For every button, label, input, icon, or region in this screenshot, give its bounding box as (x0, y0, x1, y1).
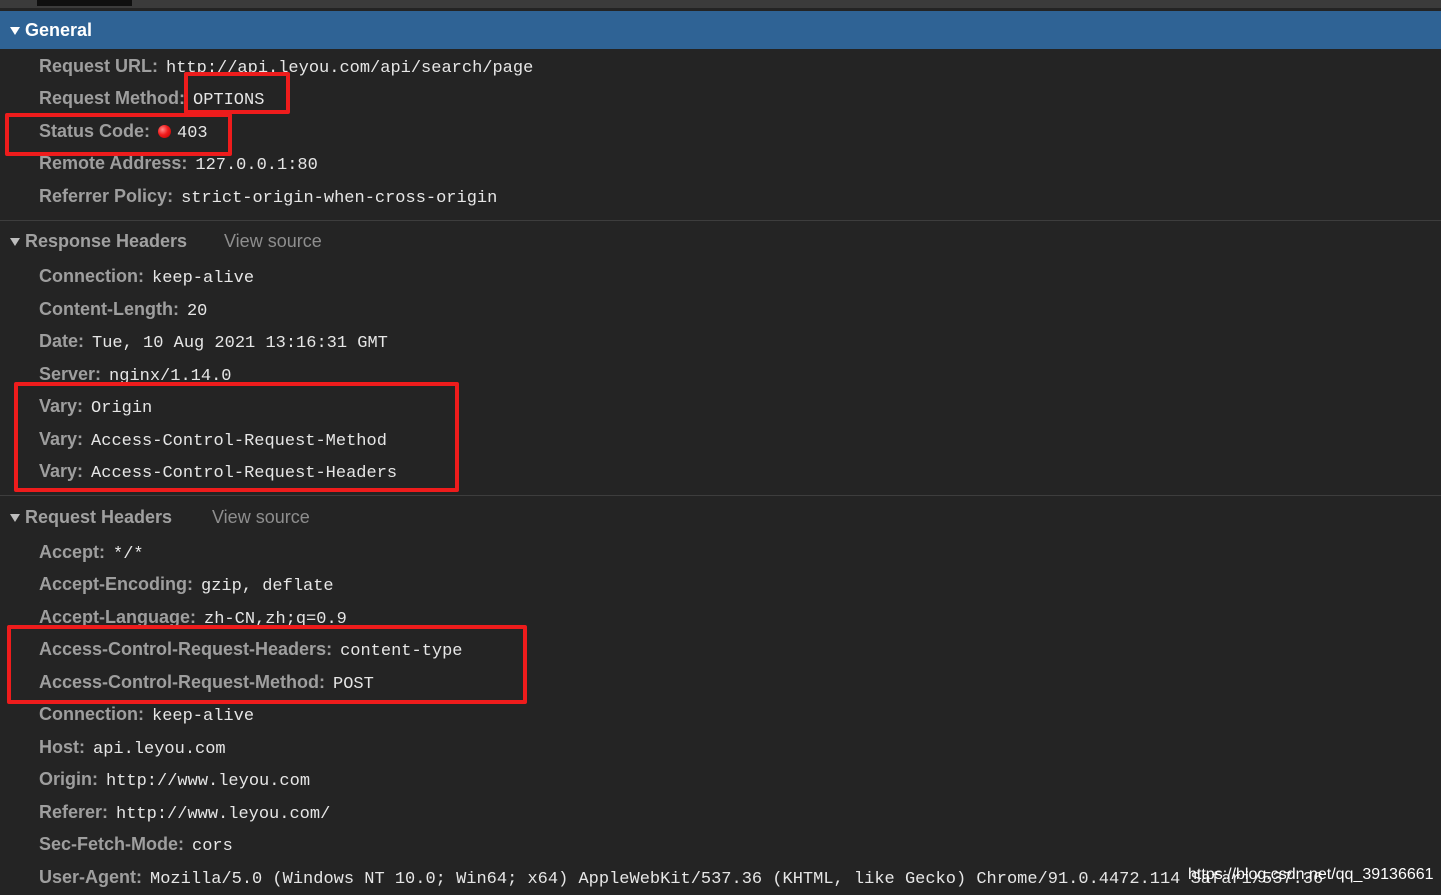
header-name: Date: (39, 331, 85, 351)
header-value: 127.0.0.1:80 (195, 156, 318, 175)
header-name: Referer: (39, 802, 109, 822)
header-name: User-Agent: (39, 867, 143, 887)
response-header-row: Date: Tue, 10 Aug 2021 13:16:31 GMT (39, 331, 388, 355)
header-name: Content-Length: (39, 299, 179, 319)
request-header-row: Origin: http://www.leyou.com (39, 769, 310, 793)
response-header-row: Connection: keep-alive (39, 266, 254, 290)
view-source-link[interactable]: View source (224, 231, 322, 252)
header-value: cors (192, 837, 233, 856)
section-divider (0, 495, 1441, 496)
general-row-remote-address: Remote Address: 127.0.0.1:80 (39, 153, 318, 177)
response-header-row: Content-Length: 20 (39, 299, 207, 323)
highlight-box-access-control-headers (7, 625, 527, 704)
header-value: keep-alive (152, 707, 255, 726)
collapse-triangle-icon (10, 27, 20, 35)
collapse-triangle-icon (10, 238, 20, 246)
header-value: api.leyou.com (93, 740, 226, 759)
header-name: Connection: (39, 704, 144, 724)
header-value: http://www.leyou.com (106, 772, 311, 791)
header-name: Request URL: (39, 56, 159, 76)
section-divider (0, 220, 1441, 221)
header-value: keep-alive (152, 269, 255, 288)
request-header-row: User-Agent: Mozilla/5.0 (Windows NT 10.0;… (39, 867, 1323, 891)
request-header-row: Connection: keep-alive (39, 704, 254, 728)
header-name: Accept: (39, 542, 106, 562)
header-value: http://www.leyou.com/ (116, 805, 331, 824)
active-tab-indicator[interactable] (37, 0, 132, 6)
highlight-box-status-code (5, 113, 232, 156)
request-header-row: Accept: */* (39, 542, 144, 566)
highlight-box-vary-headers (14, 382, 459, 492)
request-header-row: Accept-Encoding: gzip, deflate (39, 574, 334, 598)
header-value: */* (113, 545, 144, 564)
section-title: General (25, 20, 93, 40)
header-value: Tue, 10 Aug 2021 13:16:31 GMT (92, 334, 388, 353)
request-header-row: Host: api.leyou.com (39, 737, 226, 761)
header-name: Remote Address: (39, 153, 188, 173)
header-name: Sec-Fetch-Mode: (39, 834, 185, 854)
view-source-link[interactable]: View source (212, 507, 310, 528)
general-section-header[interactable]: General (0, 11, 1441, 49)
header-name: Server: (39, 364, 102, 384)
request-header-row: Sec-Fetch-Mode: cors (39, 834, 233, 858)
section-title: Request Headers (25, 507, 173, 527)
header-name: Accept-Language: (39, 607, 197, 627)
header-name: Referrer Policy: (39, 186, 174, 206)
request-header-row: Referer: http://www.leyou.com/ (39, 802, 330, 826)
highlight-box-request-method (184, 72, 290, 114)
request-headers-section-header[interactable]: Request Headers View source (0, 504, 1441, 534)
watermark-text: https://blog.csdn.net/qq_39136661 (1188, 866, 1434, 883)
header-value: strict-origin-when-cross-origin (181, 189, 498, 208)
header-name: Request Method: (39, 88, 185, 108)
section-title: Response Headers (25, 231, 188, 251)
header-name: Connection: (39, 266, 144, 286)
header-name: Accept-Encoding: (39, 574, 194, 594)
general-row-referrer-policy: Referrer Policy: strict-origin-when-cross… (39, 186, 497, 210)
response-headers-section-header[interactable]: Response Headers View source (0, 228, 1441, 258)
header-value: gzip, deflate (201, 577, 334, 596)
header-name: Host: (39, 737, 85, 757)
header-value: 20 (186, 302, 208, 321)
header-name: Origin: (39, 769, 98, 789)
collapse-triangle-icon (10, 514, 20, 522)
devtools-tab-strip (0, 0, 1441, 8)
header-value: Mozilla/5.0 (Windows NT 10.0; Win64; x64… (150, 870, 1324, 889)
